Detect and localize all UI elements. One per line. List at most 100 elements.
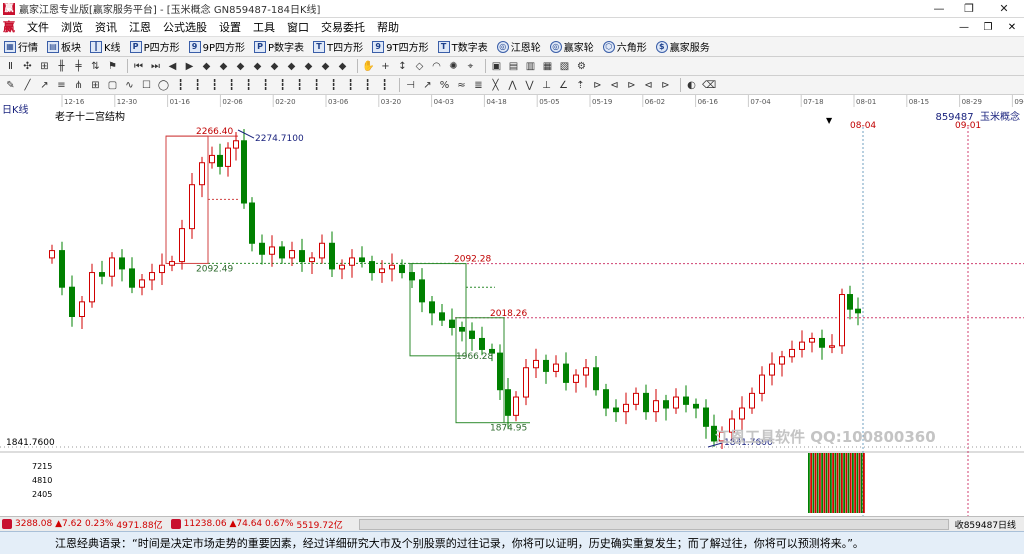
horizontal-scrollbar[interactable] xyxy=(358,518,949,530)
print-icon[interactable]: ▦ xyxy=(541,60,554,73)
bars-tool-icon-12[interactable]: ┇ xyxy=(361,79,374,92)
toolbar-p-table-button[interactable]: P P数字表 xyxy=(250,37,309,57)
mdi-restore-button[interactable]: ❐ xyxy=(976,18,1000,37)
toolbar-service-button[interactable]: $ 赢家服务 xyxy=(652,37,715,57)
table-icon[interactable]: ▤ xyxy=(507,60,520,73)
plus-icon[interactable]: + xyxy=(379,60,392,73)
trend-tool-icon[interactable]: ↗ xyxy=(421,79,434,92)
minimize-button[interactable]: — xyxy=(924,0,954,18)
diamond-tool-icon-6[interactable]: ◆ xyxy=(285,60,298,73)
menu-window[interactable]: 窗口 xyxy=(281,18,315,37)
split-tool-icon[interactable]: ⊥ xyxy=(540,79,553,92)
speed-tool-icon[interactable]: ⋁ xyxy=(523,79,536,92)
menu-formula[interactable]: 公式选股 xyxy=(157,18,213,37)
menu-news[interactable]: 资讯 xyxy=(89,18,123,37)
export-icon[interactable]: ▧ xyxy=(558,60,571,73)
arc-tool-icon[interactable]: ◠ xyxy=(430,60,443,73)
bars-tool-icon-4[interactable]: ┇ xyxy=(225,79,238,92)
menu-browse[interactable]: 浏览 xyxy=(55,18,89,37)
up-down-icon[interactable]: ⇅ xyxy=(89,60,102,73)
crosshair-icon[interactable]: ✣ xyxy=(21,60,34,73)
zoom-icon[interactable]: ⊞ xyxy=(38,60,51,73)
cross-tool-icon[interactable]: ╳ xyxy=(489,79,502,92)
mark-tool-icon[interactable]: ⊳ xyxy=(591,79,604,92)
percent-icon[interactable]: % xyxy=(438,79,451,92)
ray-icon[interactable]: ↗ xyxy=(38,79,51,92)
mark-tool-icon-4[interactable]: ⊲ xyxy=(642,79,655,92)
square-tool-icon[interactable]: ▢ xyxy=(106,79,119,92)
wave-tool-icon[interactable]: ≈ xyxy=(455,79,468,92)
tick-tool-icon[interactable]: ⊣ xyxy=(404,79,417,92)
index-shanghai[interactable]: 3288.08 ▲7.62 0.23% 4971.88亿 xyxy=(0,518,169,531)
grid-tool-icon[interactable]: ⊞ xyxy=(89,79,102,92)
shape-tool-icon[interactable]: ◇ xyxy=(413,60,426,73)
bars-tool-icon-7[interactable]: ┇ xyxy=(276,79,289,92)
toolbar-winner-wheel-button[interactable]: ◎ 赢家轮 xyxy=(546,37,599,57)
mdi-close-button[interactable]: ✕ xyxy=(1000,18,1024,37)
mark-tool-icon-3[interactable]: ⊳ xyxy=(625,79,638,92)
bars-tool-icon-13[interactable]: ┇ xyxy=(378,79,391,92)
bars-tool-icon-2[interactable]: ┇ xyxy=(191,79,204,92)
bar-type-icon[interactable]: ╪ xyxy=(72,60,85,73)
save-icon[interactable]: ▥ xyxy=(524,60,537,73)
toolbar-t-table-button[interactable]: T T数字表 xyxy=(434,37,493,57)
menu-tools[interactable]: 工具 xyxy=(247,18,281,37)
mdi-minimize-button[interactable]: — xyxy=(952,18,976,37)
toolbar-p-square-button[interactable]: P P四方形 xyxy=(126,37,185,57)
bars-tool-icon[interactable]: ┇ xyxy=(174,79,187,92)
bars-tool-icon-9[interactable]: ┇ xyxy=(310,79,323,92)
bars-tool-icon-10[interactable]: ┇ xyxy=(327,79,340,92)
circle-tool-icon[interactable]: ◯ xyxy=(157,79,170,92)
mark-tool-icon-2[interactable]: ⊲ xyxy=(608,79,621,92)
menu-settings[interactable]: 设置 xyxy=(213,18,247,37)
calc-icon[interactable]: ▣ xyxy=(490,60,503,73)
flag-icon[interactable]: ⚑ xyxy=(106,60,119,73)
line-icon[interactable]: ╱ xyxy=(21,79,34,92)
diamond-tool-icon-4[interactable]: ◆ xyxy=(251,60,264,73)
toolbar-blocks-button[interactable]: ▤ 板块 xyxy=(43,37,86,57)
toolbar-gann-wheel-button[interactable]: ◎ 江恩轮 xyxy=(493,37,546,57)
diamond-tool-icon-9[interactable]: ◆ xyxy=(336,60,349,73)
fib-tool-icon[interactable]: ≣ xyxy=(472,79,485,92)
line-tool-icon[interactable]: ↕ xyxy=(396,60,409,73)
menu-help[interactable]: 帮助 xyxy=(371,18,405,37)
toolbar-kline-button[interactable]: ┃ K线 xyxy=(86,37,126,57)
toolbar-t-square-button[interactable]: T T四方形 xyxy=(309,37,368,57)
angle-tool-icon[interactable]: ∠ xyxy=(557,79,570,92)
diamond-tool-icon[interactable]: ◆ xyxy=(200,60,213,73)
menu-trade[interactable]: 交易委托 xyxy=(315,18,371,37)
cycle-icon[interactable]: ∿ xyxy=(123,79,136,92)
kline-chart[interactable]: 2266.40 2274.7100 2092.49 2092.28 2018.26 196… xyxy=(0,107,1024,516)
ruler-icon[interactable]: ⌖ xyxy=(464,60,477,73)
diamond-tool-icon-8[interactable]: ◆ xyxy=(319,60,332,73)
bars-tool-icon-8[interactable]: ┇ xyxy=(293,79,306,92)
menu-file[interactable]: 文件 xyxy=(21,18,55,37)
toolbar-9t-square-button[interactable]: 9 9T四方形 xyxy=(368,37,433,57)
bars-tool-icon-11[interactable]: ┇ xyxy=(344,79,357,92)
box-tool-icon[interactable]: ☐ xyxy=(140,79,153,92)
channel-icon[interactable]: ≡ xyxy=(55,79,68,92)
fan-tool-icon[interactable]: ✺ xyxy=(447,60,460,73)
maximize-button[interactable]: ❐ xyxy=(954,0,984,18)
prev-icon[interactable]: ◀ xyxy=(166,60,179,73)
toolbar-9p-square-button[interactable]: 9 9P四方形 xyxy=(185,37,250,57)
hand-icon[interactable]: ✋ xyxy=(362,60,375,73)
index-shenzhen[interactable]: 11238.06 ▲74.64 0.67% 5519.72亿 xyxy=(169,518,349,531)
diamond-tool-icon-7[interactable]: ◆ xyxy=(302,60,315,73)
first-page-icon[interactable]: ⏮ xyxy=(132,60,145,73)
delete-icon[interactable]: ⌫ xyxy=(702,79,716,92)
mark-tool-icon-5[interactable]: ⊳ xyxy=(659,79,672,92)
menu-gann[interactable]: 江恩 xyxy=(123,18,157,37)
candle-type-icon[interactable]: ╫ xyxy=(55,60,68,73)
close-button[interactable]: ✕ xyxy=(984,0,1024,18)
cursor-mode-icon[interactable]: Ⅱ xyxy=(4,60,17,73)
toolbar-quotes-button[interactable]: ▦ 行情 xyxy=(0,37,43,57)
color-icon[interactable]: ◐ xyxy=(685,79,698,92)
zigzag-tool-icon[interactable]: ⋀ xyxy=(506,79,519,92)
settings-icon[interactable]: ⚙ xyxy=(575,60,588,73)
fork-icon[interactable]: ⋔ xyxy=(72,79,85,92)
arrow-tool-icon[interactable]: ⇡ xyxy=(574,79,587,92)
diamond-tool-icon-5[interactable]: ◆ xyxy=(268,60,281,73)
next-icon[interactable]: ▶ xyxy=(183,60,196,73)
bars-tool-icon-6[interactable]: ┇ xyxy=(259,79,272,92)
